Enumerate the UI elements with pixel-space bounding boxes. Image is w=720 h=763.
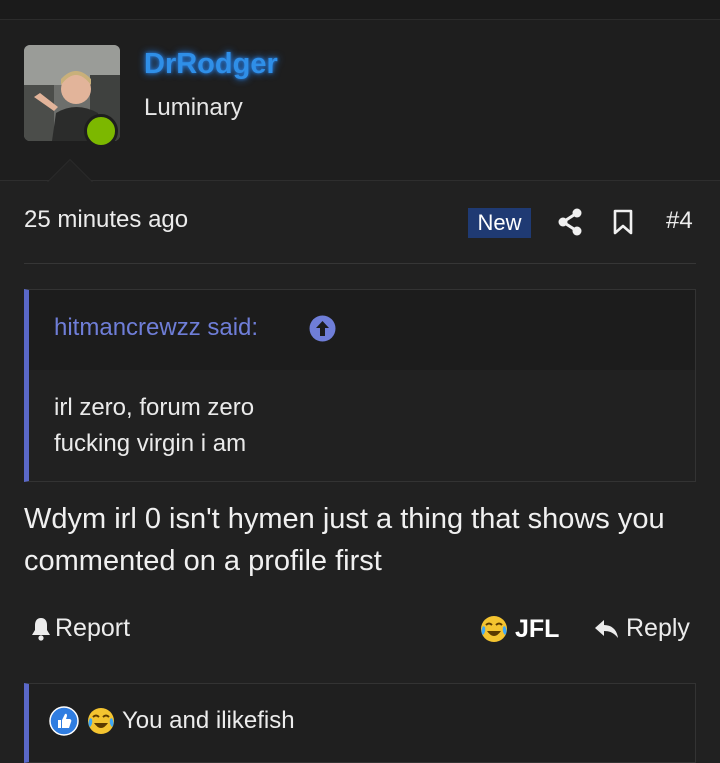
post-message: Wdym irl 0 isn't hymen just a thing that… [24, 503, 665, 577]
share-icon[interactable] [557, 208, 583, 236]
username[interactable]: DrRodger [144, 48, 278, 81]
top-bar [0, 0, 720, 20]
quote-line: irl zero, forum zero [54, 394, 255, 421]
crying-laughing-icon [88, 708, 114, 734]
reaction-summary[interactable]: You and ilikefish [49, 706, 295, 736]
quote-block: hitmancrewzz said: irl zero, forum zero … [24, 289, 696, 482]
bell-icon [32, 617, 50, 641]
user-header: DrRodger Luminary [0, 20, 720, 181]
report-label: Report [55, 614, 131, 642]
arrow-up-circle-icon[interactable] [309, 315, 336, 342]
crying-laughing-icon [481, 616, 507, 642]
post-meta: 25 minutes ago New #4 [24, 200, 696, 244]
reply-label: Reply [626, 614, 690, 642]
report-button[interactable]: Report [30, 614, 130, 643]
quote-author[interactable]: hitmancrewzz said: [54, 314, 258, 342]
post-number[interactable]: #4 [666, 207, 693, 235]
divider [24, 263, 696, 264]
quote-body: irl zero, forum zero fucking virgin i am [54, 390, 254, 462]
reactions-bar[interactable]: You and ilikefish [24, 683, 696, 763]
user-title: Luminary [144, 94, 243, 121]
quote-header[interactable]: hitmancrewzz said: [29, 290, 695, 370]
post-timestamp[interactable]: 25 minutes ago [24, 206, 188, 234]
quote-line: fucking virgin i am [54, 430, 247, 457]
header-notch [48, 160, 92, 182]
like-icon [49, 706, 79, 736]
jfl-label: JFL [515, 614, 560, 643]
new-badge: New [468, 208, 531, 238]
reaction-text[interactable]: You and ilikefish [122, 707, 295, 735]
post-actions: Report JFL Reply [24, 610, 696, 654]
reply-arrow-icon [595, 619, 618, 638]
reply-button[interactable]: Reply [594, 614, 690, 643]
bookmark-icon[interactable] [612, 209, 634, 235]
jfl-reaction-button[interactable]: JFL [479, 614, 559, 644]
online-status-indicator [84, 114, 118, 148]
